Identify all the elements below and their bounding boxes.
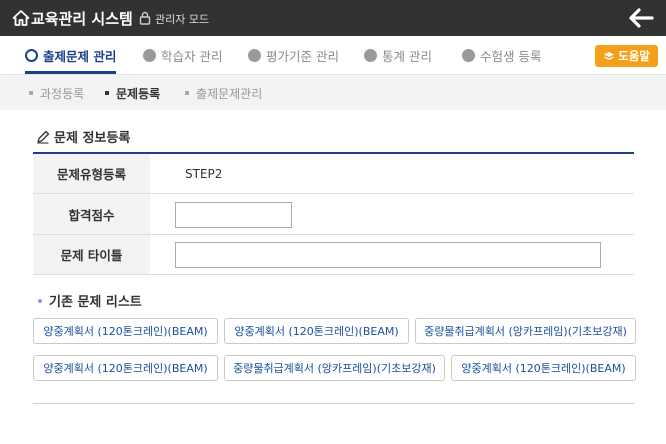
list-icon — [248, 48, 261, 62]
form-row-score: 합격점수 — [33, 194, 634, 235]
bullet-square-icon — [105, 91, 109, 95]
subnav-item-question-registration[interactable]: 문제등록 — [105, 75, 160, 111]
existing-question-button[interactable]: 양중계획서 (120톤크레인)(BEAM) — [33, 318, 218, 344]
existing-question-button[interactable]: 양중계획서 (120톤크레인)(BEAM) — [224, 318, 409, 344]
help-button[interactable]: 도움말 — [595, 45, 658, 67]
subnav-item-label: 과정등록 — [40, 86, 85, 101]
nav-item-examinee-registration[interactable]: 수험생 등록 — [462, 36, 541, 74]
bullet-square-icon — [185, 91, 189, 95]
home-icon[interactable] — [12, 9, 30, 27]
nav-item-label: 수험생 등록 — [480, 48, 542, 64]
subnav-item-course-registration[interactable]: 과정등록 — [29, 75, 84, 111]
nav-item-question-management[interactable]: 출제문제 관리 — [25, 36, 117, 74]
subnav-item-label: 문제등록 — [116, 86, 161, 101]
nav-item-label: 평가기준 관리 — [266, 48, 339, 64]
layers-icon — [604, 52, 615, 60]
lock-icon — [139, 11, 151, 25]
subnav-item-question-list[interactable]: 출제문제관리 — [185, 75, 262, 111]
user-icon — [143, 48, 156, 62]
sub-nav: 과정등록 문제등록 출제문제관리 — [0, 74, 666, 110]
section-title-text: 문제 정보등록 — [54, 131, 131, 146]
group-icon — [462, 48, 475, 62]
existing-question-button[interactable]: 양중계획서 (120톤크레인)(BEAM) — [33, 355, 218, 381]
back-arrow-icon[interactable] — [628, 8, 654, 28]
type-label: 문제유형등록 — [33, 154, 150, 193]
type-value: STEP2 — [185, 166, 223, 181]
main-nav: 출제문제 관리 학습자 관리 평가기준 관리 통계 관리 수험생 등록 — [0, 36, 666, 74]
existing-list-title-text: 기존 문제 리스트 — [49, 295, 142, 310]
mode-label: 관리자 모드 — [155, 13, 210, 26]
existing-question-button[interactable]: 양중계획서 (120톤크레인)(BEAM) — [451, 355, 636, 381]
score-label: 합격점수 — [33, 194, 150, 234]
app-title: 교육관리 시스템 — [31, 10, 133, 28]
score-input[interactable] — [175, 202, 292, 228]
subnav-item-label: 출제문제관리 — [196, 86, 263, 101]
title-input[interactable] — [175, 242, 601, 268]
square-icon — [25, 48, 38, 62]
nav-item-label: 출제문제 관리 — [43, 48, 117, 64]
existing-question-button[interactable]: 중량물취급계획서 (앙카프레임)(기초보강재) — [224, 355, 445, 381]
nav-item-statistics-management[interactable]: 통계 관리 — [364, 36, 432, 74]
section-title: 문제 정보등록 — [36, 127, 130, 146]
top-header: 교육관리 시스템 관리자 모드 — [0, 0, 666, 36]
bottom-divider — [33, 403, 634, 404]
existing-question-button[interactable]: 중량물취급계획서 (앙카프레임)(기초보강재) — [415, 318, 636, 344]
nav-item-criteria-management[interactable]: 평가기준 관리 — [248, 36, 339, 74]
nav-item-label: 통계 관리 — [382, 48, 432, 64]
bullet-square-icon — [29, 91, 33, 95]
pencil-icon — [37, 130, 50, 144]
title-label: 문제 타이틀 — [33, 235, 150, 274]
chart-icon — [364, 48, 377, 62]
form-row-type: 문제유형등록 STEP2 — [33, 154, 634, 194]
help-button-label: 도움말 — [618, 49, 650, 63]
bullet-dot-icon — [38, 298, 42, 303]
nav-item-learner-management[interactable]: 학습자 관리 — [143, 36, 222, 74]
existing-list-title: 기존 문제 리스트 — [38, 291, 142, 310]
nav-item-label: 학습자 관리 — [161, 48, 223, 64]
